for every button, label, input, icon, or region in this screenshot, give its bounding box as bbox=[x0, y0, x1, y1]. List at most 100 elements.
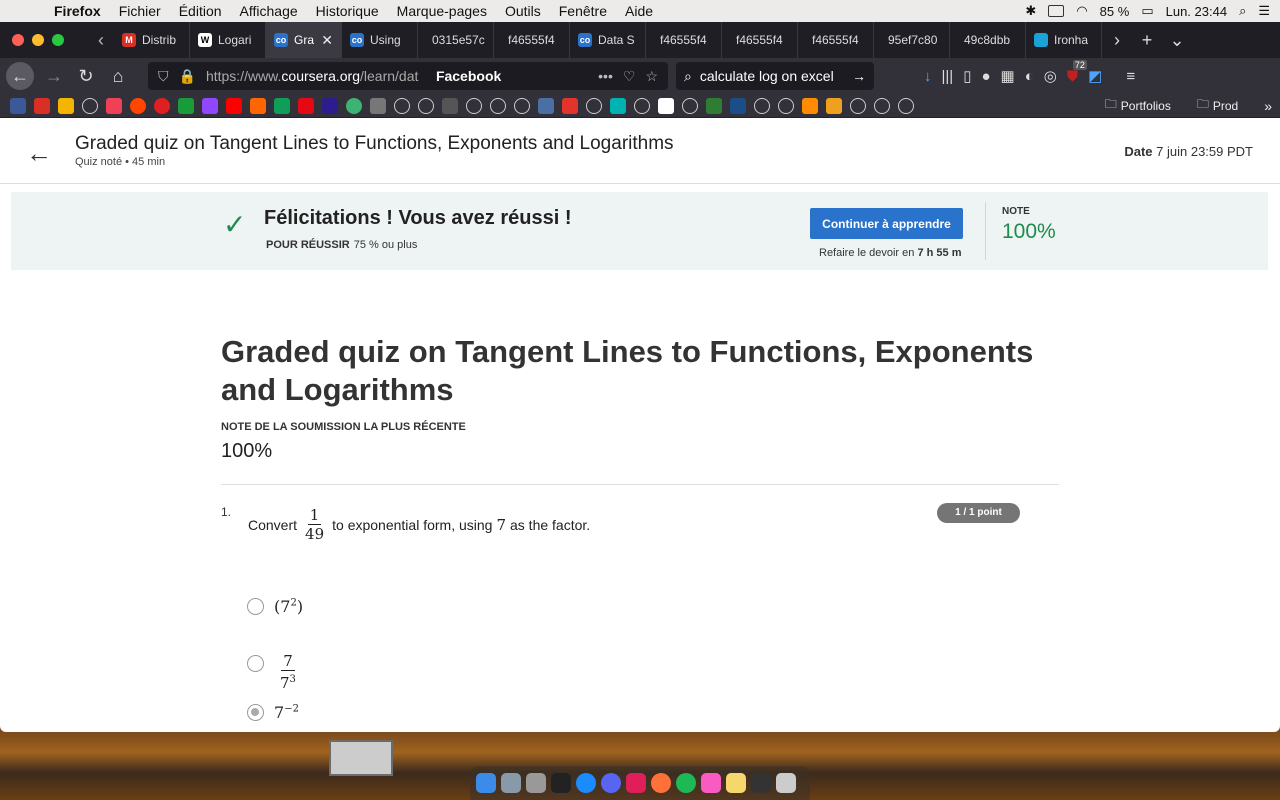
tabs-scroll-right-icon[interactable]: › bbox=[1102, 30, 1132, 51]
search-go-icon[interactable]: → bbox=[852, 68, 866, 84]
more-bookmarks-icon[interactable]: » bbox=[1264, 98, 1272, 114]
finder-icon[interactable] bbox=[476, 773, 496, 793]
keep-icon[interactable] bbox=[58, 97, 74, 114]
globe-icon[interactable] bbox=[466, 97, 482, 114]
browser-tab[interactable]: 49c8dbb bbox=[950, 22, 1026, 58]
notes-icon[interactable] bbox=[726, 773, 746, 793]
globe-icon[interactable] bbox=[490, 97, 506, 114]
browser-tab[interactable]: f46555f4 bbox=[722, 22, 798, 58]
tabs-scroll-left-icon[interactable]: ‹ bbox=[88, 30, 114, 51]
app-store-icon[interactable] bbox=[576, 773, 596, 793]
menu-affichage[interactable]: Affichage bbox=[240, 3, 298, 19]
terminal-icon[interactable] bbox=[551, 773, 571, 793]
shield-icon[interactable]: ⛉ bbox=[158, 68, 169, 85]
browser-tab[interactable]: co Using bbox=[342, 22, 418, 58]
menu-marque-pages[interactable]: Marque-pages bbox=[397, 3, 487, 19]
reddit-icon[interactable] bbox=[130, 97, 146, 114]
bluetooth-icon[interactable]: ✱ bbox=[1025, 3, 1036, 19]
clock[interactable]: Lun. 23:44 bbox=[1166, 4, 1227, 19]
star-icon[interactable] bbox=[178, 97, 194, 114]
bookmark-blue-icon[interactable] bbox=[538, 97, 554, 114]
twitch-icon[interactable] bbox=[202, 97, 218, 114]
keyboard-icon[interactable] bbox=[1048, 5, 1065, 17]
back-button[interactable]: ← bbox=[6, 62, 34, 90]
system-preferences-icon[interactable] bbox=[526, 773, 546, 793]
gmail-icon[interactable] bbox=[34, 97, 50, 114]
url-bar[interactable]: ⛉ 🔒 https://www.coursera.org/learn/dat F… bbox=[148, 62, 668, 90]
globe-icon[interactable] bbox=[418, 97, 434, 114]
new-tab-icon[interactable]: + bbox=[1132, 30, 1162, 51]
answer-option-3[interactable]: 7−2 bbox=[247, 703, 299, 722]
tab-list-icon[interactable]: ⌄ bbox=[1162, 30, 1192, 51]
bookmark-white-icon[interactable] bbox=[658, 97, 674, 114]
globe-icon[interactable] bbox=[874, 97, 890, 114]
pocket-icon[interactable]: ♡ bbox=[623, 68, 636, 85]
extension-icon-4[interactable]: ◩ bbox=[1088, 67, 1102, 85]
browser-tab[interactable]: 95ef7c80 bbox=[874, 22, 950, 58]
bookmark-folder-portfolios[interactable]: 🗀 Portfolios bbox=[1105, 95, 1171, 116]
menu-app-firefox[interactable]: Firefox bbox=[54, 3, 101, 19]
control-center-icon[interactable]: ☰ bbox=[1258, 3, 1270, 19]
extension-icon-2[interactable]: ◐ bbox=[1025, 68, 1034, 85]
reload-button[interactable]: ↻ bbox=[70, 60, 102, 92]
globe-icon[interactable] bbox=[898, 97, 914, 114]
briefcase-icon[interactable] bbox=[751, 773, 771, 793]
play-icon[interactable] bbox=[346, 97, 362, 114]
browser-tab[interactable]: M Distrib bbox=[114, 22, 190, 58]
search-input[interactable]: calculate log on excel bbox=[700, 68, 834, 84]
library-icon[interactable]: ||| bbox=[942, 68, 954, 85]
menu-fichier[interactable]: Fichier bbox=[119, 3, 161, 19]
close-window-button[interactable] bbox=[12, 34, 24, 46]
account-icon[interactable]: ● bbox=[981, 68, 990, 85]
browser-tab[interactable]: co Data S bbox=[570, 22, 646, 58]
globe-icon[interactable] bbox=[682, 97, 698, 114]
menu-edition[interactable]: Édition bbox=[179, 3, 222, 19]
ublock-icon[interactable]: ⛊ 72 bbox=[1067, 59, 1087, 85]
home-button[interactable]: ⌂ bbox=[102, 60, 134, 92]
pocket-icon[interactable] bbox=[106, 97, 122, 114]
spotlight-icon[interactable]: ⌕ bbox=[1239, 3, 1246, 19]
browser-tab[interactable]: f46555f4 bbox=[646, 22, 722, 58]
radio-button-selected[interactable] bbox=[247, 704, 264, 721]
bookmark-teal-icon[interactable] bbox=[610, 97, 626, 114]
firefox-icon[interactable] bbox=[651, 773, 671, 793]
forward-button[interactable]: → bbox=[38, 60, 70, 92]
continue-learning-button[interactable]: Continuer à apprendre bbox=[810, 208, 963, 239]
more-actions-icon[interactable]: ••• bbox=[598, 68, 613, 84]
globe-icon[interactable] bbox=[586, 97, 602, 114]
youtube-icon[interactable] bbox=[226, 97, 242, 114]
wifi-icon[interactable]: ◠ bbox=[1076, 3, 1087, 19]
extension-icon[interactable]: ▦ bbox=[1001, 67, 1015, 85]
browser-tab[interactable]: f46555f4 bbox=[494, 22, 570, 58]
extension-icon-3[interactable]: ◎ bbox=[1044, 67, 1057, 85]
netflix-icon[interactable] bbox=[298, 97, 314, 114]
window-thumbnail[interactable] bbox=[329, 740, 393, 776]
zoom-window-button[interactable] bbox=[52, 34, 64, 46]
answer-option-2[interactable]: 7 73 bbox=[247, 634, 296, 692]
launchpad-icon[interactable] bbox=[501, 773, 521, 793]
bookmark-purple-icon[interactable] bbox=[322, 97, 338, 114]
bookmark-d-icon[interactable] bbox=[562, 97, 578, 114]
radio-button[interactable] bbox=[247, 598, 264, 615]
answer-option-1[interactable]: (72) bbox=[247, 597, 303, 616]
discord-icon[interactable] bbox=[601, 773, 621, 793]
facebook-icon[interactable] bbox=[10, 97, 26, 114]
globe-icon[interactable] bbox=[850, 97, 866, 114]
globe-icon[interactable] bbox=[394, 97, 410, 114]
browser-tab[interactable]: 0315e57c bbox=[418, 22, 494, 58]
download-icon[interactable]: ↓ bbox=[924, 68, 932, 85]
play-triangle-icon[interactable] bbox=[442, 97, 458, 114]
browser-tab[interactable]: co Gra ✕ bbox=[266, 22, 342, 58]
bookmark-star-icon[interactable]: ☆ bbox=[645, 68, 658, 85]
globe-icon[interactable] bbox=[634, 97, 650, 114]
bookmark-red-icon[interactable] bbox=[154, 97, 170, 114]
globe-icon[interactable] bbox=[514, 97, 530, 114]
lock-icon[interactable]: 🔒 bbox=[179, 68, 196, 85]
bookmark-gray-icon[interactable] bbox=[370, 97, 386, 114]
minimize-window-button[interactable] bbox=[32, 34, 44, 46]
url-text[interactable]: https://www.coursera.org/learn/dat bbox=[206, 68, 426, 84]
search-bar[interactable]: ⌕ calculate log on excel → bbox=[676, 62, 874, 90]
radio-button[interactable] bbox=[247, 654, 264, 672]
globe-icon[interactable] bbox=[82, 97, 98, 114]
globe-icon[interactable] bbox=[778, 97, 794, 114]
